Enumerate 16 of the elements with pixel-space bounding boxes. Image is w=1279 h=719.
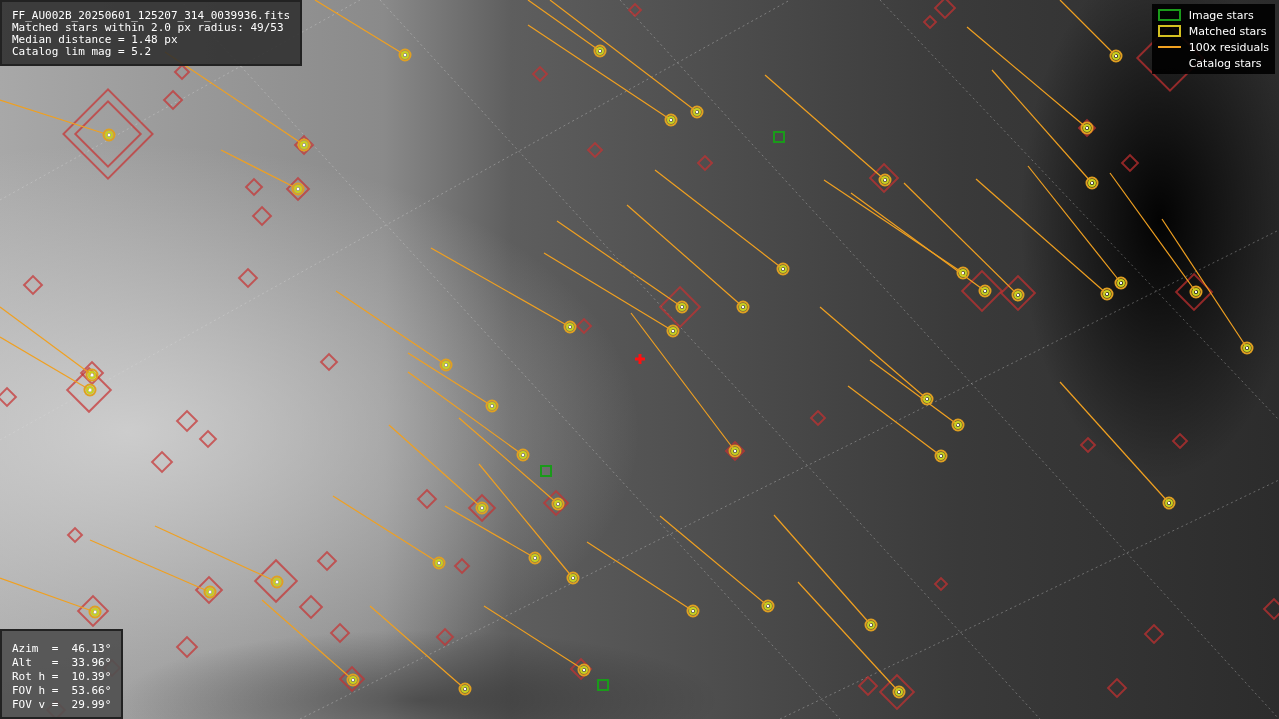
pointing-text: Rot h = 10.39° [12, 671, 112, 683]
legend-label: Image stars [1188, 8, 1254, 22]
pointing-text: Alt = 33.96° [12, 657, 112, 669]
pointing-text: Azim = 46.13° [12, 643, 112, 655]
info-text: Median distance = 1.48 px [12, 34, 179, 46]
pointing-text: FOV h = 53.66° [12, 685, 112, 697]
info-text: Matched stars within 2.0 px radius: 49/53 [12, 22, 284, 34]
legend-label: Catalog stars [1188, 56, 1262, 70]
legend-square-icon [1157, 9, 1181, 21]
legend-line-icon [1157, 46, 1181, 48]
info-text: Catalog lim mag = 5.2 [12, 46, 153, 58]
pointing-text: FOV v = 29.99° [12, 699, 112, 711]
legend-label: 100x residuals [1188, 40, 1269, 54]
legend-label: Matched stars [1188, 24, 1267, 38]
info-text: FF_AU002B_20250601_125207_314_0039936.fits [12, 10, 291, 22]
legend-square-icon [1157, 25, 1181, 37]
